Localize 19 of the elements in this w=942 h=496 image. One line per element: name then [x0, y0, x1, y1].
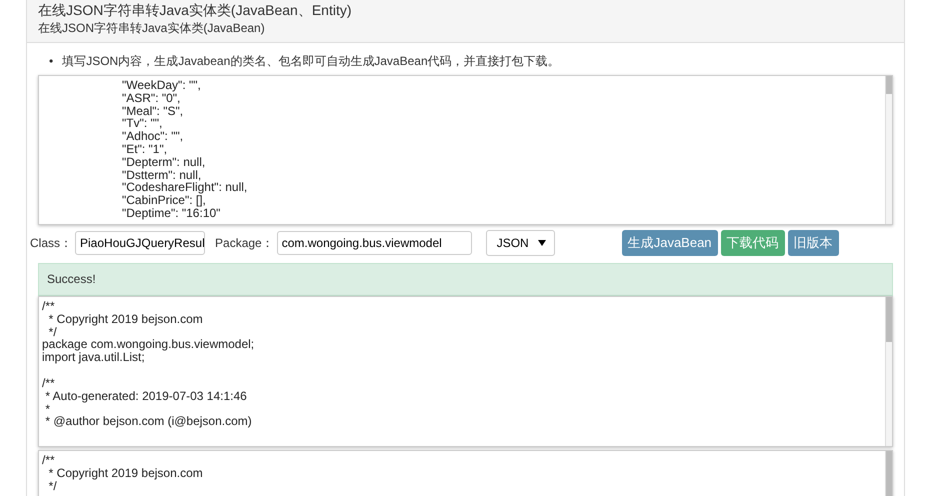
format-select[interactable]: JSON	[486, 230, 555, 256]
instruction-text: 填写JSON内容，生成Javabean的类名、包名即可自动生成JavaBean代码，并直接打包下载。	[62, 53, 560, 69]
scrollbar[interactable]	[885, 76, 892, 224]
scrollbar[interactable]	[885, 297, 892, 446]
json-input-area[interactable]: "WeekDay": "", "ASR": "0", "Meal": "S", "Tv": "", "Adhoc": "", "Et": "1", "Depterm": null, "Dstterm": null, "CodeshareFlight": null, "CabinPrice": [], "Deptime": "16:10"	[38, 75, 893, 225]
dropdown-caret-icon	[538, 240, 546, 246]
code-output-area[interactable]: /** * Copyright 2019 bejson.com */ package com.wongoing.bus.viewmodel; import java.util.List; /** * Auto-generated: 2019-07-03 14:1:46 * * @author bejson.com (i@bejson.com)	[38, 296, 893, 447]
generate-button[interactable]: 生成JavaBean	[622, 230, 718, 256]
code-output-area[interactable]: /** * Copyright 2019 bejson.com */	[38, 450, 893, 496]
panel-subtitle: 在线JSON字符串转Java实体类(JavaBean)	[38, 20, 266, 37]
old-version-button[interactable]: 旧版本	[788, 230, 839, 256]
package-field[interactable]: com.wongoing.bus.viewmodel	[276, 231, 472, 255]
class-label: Class：	[30, 234, 72, 252]
package-label: Package：	[215, 234, 274, 252]
panel-title: 在线JSON字符串转Java实体类(JavaBean、Entity)	[38, 1, 353, 19]
class-name-field[interactable]: PiaoHouGJQueryResul	[75, 231, 206, 255]
success-alert: Success!	[38, 263, 893, 296]
scrollbar[interactable]	[885, 451, 892, 496]
bullet-marker: •	[49, 53, 54, 69]
